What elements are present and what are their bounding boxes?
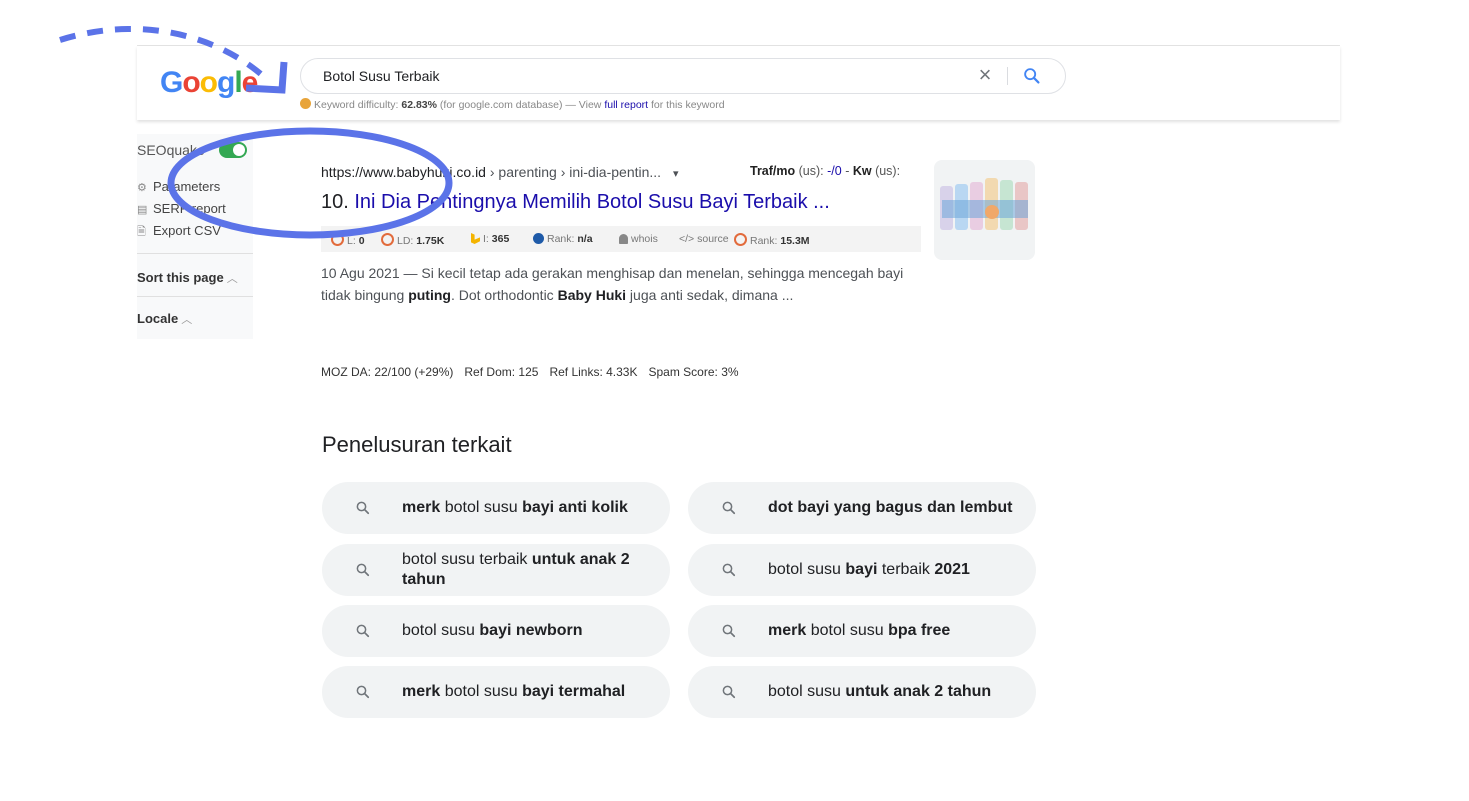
sort-this-page[interactable]: Sort this page ︿ xyxy=(137,270,238,286)
table-icon: ▤ xyxy=(137,204,148,216)
chevron-up-icon: ︿ xyxy=(181,314,193,326)
chevron-down-icon[interactable]: ▾ xyxy=(673,168,679,180)
search-divider xyxy=(1007,67,1008,85)
related-search-text: botol susu bayi terbaik 2021 xyxy=(768,561,970,578)
related-search-chip[interactable]: botol susu bayi newborn xyxy=(322,605,670,657)
url-breadcrumb: › parenting › ini-dia-pentin... xyxy=(485,164,662,180)
result-title-link[interactable]: Ini Dia Pentingnya Memilih Botol Susu Ba… xyxy=(354,191,829,213)
person-icon xyxy=(619,234,628,244)
moz-ref-links: Ref Links: 4.33K xyxy=(549,365,638,379)
kd-tail: for this keyword xyxy=(651,99,725,111)
result-title[interactable]: 10. Ini Dia Pentingnya Memilih Botol Sus… xyxy=(321,191,830,214)
globe-icon xyxy=(533,233,544,244)
baby-bottles-image xyxy=(940,178,1028,230)
sidebar-item-parameters[interactable]: ⚙ Parameters xyxy=(137,179,220,194)
related-search-chip[interactable]: merk botol susu bpa free xyxy=(688,605,1036,657)
related-search-text: merk botol susu bayi termahal xyxy=(402,683,626,700)
metric-ld[interactable]: LD: 1.75K xyxy=(381,233,444,247)
sidebar-divider xyxy=(137,296,253,297)
snippet-date: 10 Agu 2021 — xyxy=(321,265,422,281)
metric-i[interactable]: I: 365 xyxy=(471,233,509,245)
related-search-text: merk botol susu bayi anti kolik xyxy=(402,499,628,516)
search-icon xyxy=(722,563,736,577)
related-search-chip[interactable]: botol susu bayi terbaik 2021 xyxy=(688,544,1036,596)
related-search-text: botol susu terbaik untuk anak 2 tahun xyxy=(402,551,630,588)
search-icon[interactable] xyxy=(1021,65,1043,87)
search-box[interactable]: Botol Susu Terbaik × xyxy=(300,58,1066,94)
search-icon xyxy=(722,501,736,515)
search-icon xyxy=(356,685,370,699)
search-input[interactable]: Botol Susu Terbaik xyxy=(323,68,439,84)
result-thumbnail[interactable] xyxy=(934,160,1035,260)
related-search-chip[interactable]: botol susu terbaik untuk anak 2 tahun xyxy=(322,544,670,596)
file-icon: 🗎 xyxy=(137,226,146,238)
circle-icon xyxy=(734,233,747,246)
circle-icon xyxy=(381,233,394,246)
related-searches-heading: Penelusuran terkait xyxy=(322,432,512,457)
related-search-chip[interactable]: botol susu untuk anak 2 tahun xyxy=(688,666,1036,718)
keyword-difficulty: Keyword difficulty: 62.83% (for google.c… xyxy=(300,98,725,111)
result-number: 10. xyxy=(321,191,349,213)
metric-whois[interactable]: whois xyxy=(619,233,658,245)
moz-da: MOZ DA: 22/100 (+29%) xyxy=(321,365,454,379)
related-search-text: merk botol susu bpa free xyxy=(768,622,951,639)
moz-ref-dom: Ref Dom: 125 xyxy=(464,365,539,379)
metric-rank[interactable]: Rank: n/a xyxy=(533,233,593,245)
kd-label: Keyword difficulty: xyxy=(314,99,399,111)
sidebar-item-serp-report[interactable]: ▤ SERP report xyxy=(137,201,226,216)
sidebar-divider xyxy=(137,253,253,254)
related-search-text: botol susu bayi newborn xyxy=(402,622,583,639)
search-icon xyxy=(356,624,370,638)
chevron-up-icon: ︿ xyxy=(226,273,238,285)
search-icon xyxy=(722,624,736,638)
seoquake-toggle[interactable] xyxy=(219,142,247,158)
metric-rank2[interactable]: Rank: 15.3M xyxy=(734,233,810,247)
code-icon: </> xyxy=(679,233,698,245)
kd-value: 62.83% xyxy=(401,99,437,111)
related-search-chip[interactable]: dot bayi yang bagus dan lembut xyxy=(688,482,1036,534)
bing-icon xyxy=(471,233,480,244)
moz-spam-score: Spam Score: 3% xyxy=(648,365,739,379)
kd-db: (for google.com database) — View xyxy=(439,99,602,111)
full-report-link[interactable]: full report xyxy=(604,99,648,111)
google-logo[interactable]: Google xyxy=(160,66,258,100)
related-search-chip[interactable]: merk botol susu bayi anti kolik xyxy=(322,482,670,534)
gear-icon: ⚙ xyxy=(137,182,147,194)
url-domain: https://www.babyhuki.co.id xyxy=(321,164,486,180)
traffic-info: Traf/mo (us): -/0 - Kw (us): xyxy=(750,164,901,178)
seoquake-icon xyxy=(300,98,311,109)
related-search-chip[interactable]: merk botol susu bayi termahal xyxy=(322,666,670,718)
search-icon xyxy=(356,501,370,515)
related-search-text: botol susu untuk anak 2 tahun xyxy=(768,683,992,700)
metric-source[interactable]: </> source xyxy=(679,233,729,245)
sidebar-item-export-csv[interactable]: 🗎 Export CSV xyxy=(137,223,221,242)
result-snippet: 10 Agu 2021 — Si kecil tetap ada gerakan… xyxy=(321,265,904,303)
circle-icon xyxy=(331,233,344,246)
search-icon xyxy=(722,685,736,699)
search-icon xyxy=(356,563,370,577)
result-url[interactable]: https://www.babyhuki.co.id › parenting ›… xyxy=(321,164,679,180)
sidebar-title: SEOquake xyxy=(137,142,205,158)
moz-metrics: MOZ DA: 22/100 (+29%) Ref Dom: 125 Ref Lin… xyxy=(321,365,750,379)
close-icon[interactable]: × xyxy=(975,64,995,86)
seoquake-metrics-bar: L: 0 LD: 1.75K I: 365 Rank: n/a whois </… xyxy=(321,226,921,252)
locale[interactable]: Locale ︿ xyxy=(137,311,192,327)
seoquake-sidebar: SEOquake ⚙ Parameters ▤ SERP report 🗎 Expor… xyxy=(137,134,253,339)
metric-l[interactable]: L: 0 xyxy=(331,233,365,247)
related-search-text: dot bayi yang bagus dan lembut xyxy=(768,499,1013,516)
